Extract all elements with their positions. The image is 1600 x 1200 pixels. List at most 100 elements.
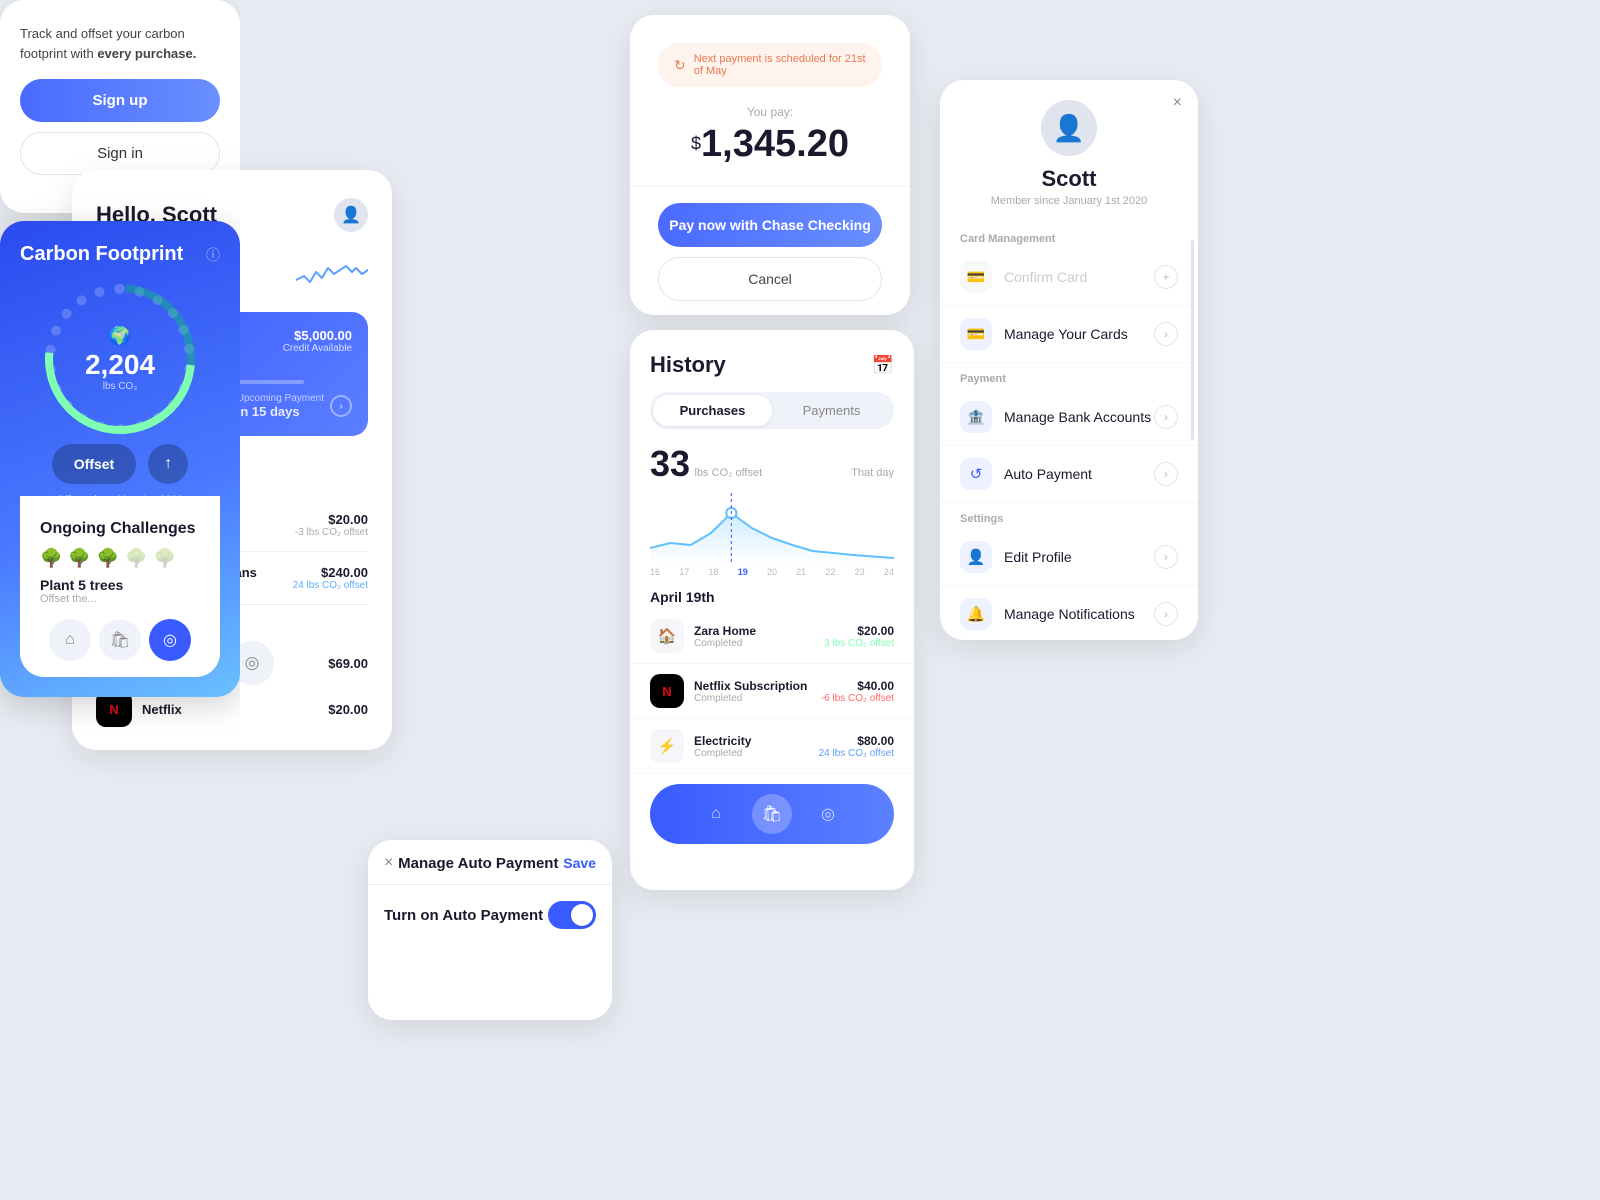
pay-now-button[interactable]: Pay now with Chase Checking [658,203,882,247]
toggle-knob [571,904,593,926]
you-pay-label: You pay: [658,105,882,119]
confirm-card-item[interactable]: 💳 Confirm Card + [940,249,1198,306]
date-label-1: April 19th [650,589,894,605]
profile-name: Scott [1042,166,1097,192]
credit-amount: $5,000.00 [283,328,352,343]
zara-status: Completed [694,638,824,649]
autopay-close-button[interactable]: × [384,854,393,872]
history-date-section-1: April 19th [630,577,914,609]
zara-offset: 3 lbs CO₂ offset [824,638,894,649]
signup-button[interactable]: Sign up [20,79,220,122]
history-tx-zara[interactable]: 🏠 Zara Home Completed $20.00 3 lbs CO₂ o… [630,609,914,664]
plant-title: Plant 5 trees [40,577,200,593]
electricity-offset: 24 lbs CO₂ offset [819,748,894,759]
history-bottom-nav: ⌂ 🛍 ◎ [650,784,894,844]
payment-divider [630,186,910,187]
netflix-icon: N [650,674,684,708]
x-label-20: 20 [767,567,777,577]
refresh-icon: ↻ [674,57,686,74]
tab-payments[interactable]: Payments [772,395,891,426]
carbon-gauge: 🌍 2,204 lbs CO₂ [20,284,220,434]
manage-cards-item[interactable]: 💳 Manage Your Cards › [940,306,1198,363]
tab-purchases[interactable]: Purchases [653,395,772,426]
stat-num: 33 [650,443,690,484]
electricity-status: Completed [694,748,819,759]
gauge-unit: lbs CO₂ [85,381,155,392]
manage-notifications-item[interactable]: 🔔 Manage Notifications › [940,586,1198,640]
avatar[interactable]: 👤 [334,198,368,232]
manage-bank-label: Manage Bank Accounts [1004,409,1154,425]
challenges-nav-home[interactable]: ⌂ [49,619,91,661]
manage-bank-arrow: › [1154,405,1178,429]
autopay-body: Turn on Auto Payment [368,885,612,945]
bank-icon: 🏦 [960,401,992,433]
edit-profile-item[interactable]: 👤 Edit Profile › [940,529,1198,586]
history-tabs: Purchases Payments [650,392,894,429]
zara-icon: 🏠 [650,619,684,653]
manage-bank-item[interactable]: 🏦 Manage Bank Accounts › [940,389,1198,446]
history-title: History [650,352,726,378]
auto-payment-arrow: › [1154,462,1178,486]
challenges-nav-bag[interactable]: 🛍 [99,619,141,661]
history-tx-electricity[interactable]: ⚡ Electricity Completed $80.00 24 lbs CO… [630,719,914,774]
credit-label: Credit Available [283,343,352,354]
manage-cards-arrow: › [1154,322,1178,346]
cancel-button[interactable]: Cancel [658,257,882,301]
notifications-label: Manage Notifications [1004,606,1154,622]
payment-banner: ↻ Next payment is scheduled for 21st of … [658,43,882,87]
upcoming-circle-icon[interactable]: › [330,395,352,417]
history-stats: 33 lbs CO₂ offset That day [630,429,914,485]
profile-avatar: 👤 [1041,100,1097,156]
calendar-icon[interactable]: 📅 [872,355,894,376]
tree-icons: 🌳 🌳 🌳 🌳 🌳 [40,548,200,569]
challenges-title: Ongoing Challenges [40,520,200,538]
tree-1: 🌳 [40,548,62,569]
card-management-label: Card Management [940,223,1198,249]
autopay-toggle-label: Turn on Auto Payment [384,907,543,924]
edit-profile-arrow: › [1154,545,1178,569]
netflix-name-dash: Netflix [142,702,328,717]
netflix-amount: $40.00 [821,679,894,693]
payment-section-label: Payment [940,363,1198,389]
payment-amount-value: 1,345.20 [701,123,849,165]
close-button[interactable]: × [1173,94,1182,112]
x-label-18: 18 [708,567,718,577]
upcoming-label: Upcoming Payment [237,393,324,404]
x-label-24: 24 [884,567,894,577]
manage-cards-icon: 💳 [960,318,992,350]
history-nav-compass[interactable]: ◎ [808,794,848,834]
autopay-save-button[interactable]: Save [563,855,596,871]
signin-button[interactable]: Sign in [20,132,220,175]
info-icon[interactable]: ⓘ [206,245,220,265]
autopay-toggle[interactable] [548,901,596,929]
tx1-amount: $20.00 [295,512,368,527]
challenges-nav: ⌂ 🛍 ◎ [40,619,200,661]
netflix-offset: -6 lbs CO₂ offset [821,693,894,704]
offset-button[interactable]: Offset [52,444,136,484]
tree-3: 🌳 [97,548,119,569]
starbucks-amount: $69.00 [328,656,368,671]
auto-payment-item[interactable]: ↺ Auto Payment › [940,446,1198,503]
electricity-amount: $80.00 [819,734,894,748]
netflix-amount-dash: $20.00 [328,702,368,717]
tx2-amount: $240.00 [293,565,368,580]
profile-card: × 👤 Scott Member since January 1st 2020 … [940,80,1198,640]
payment-amount: $1,345.20 [658,123,882,166]
auto-payment-label: Auto Payment [1004,466,1154,482]
electricity-icon: ⚡ [650,729,684,763]
history-tx-netflix[interactable]: N Netflix Subscription Completed $40.00 … [630,664,914,719]
carbon-main-section: Carbon Footprint ⓘ 🌍 2,204 lbs CO₂ Offse… [0,221,240,697]
history-chart [650,493,894,563]
plant-sub: Offset the... [40,593,200,605]
autopay-card: × Manage Auto Payment Save Turn on Auto … [368,840,612,1020]
tree-4: 🌳 [125,548,147,569]
carbon-actions: Offset ↑ [20,444,220,484]
sparkline-chart [296,258,368,296]
challenges-nav-compass[interactable]: ◎ [149,619,191,661]
carbon-card: Track and offset your carbon footprint w… [0,0,240,800]
share-button[interactable]: ↑ [148,444,188,484]
history-nav-home[interactable]: ⌂ [696,794,736,834]
scrollbar[interactable] [1191,240,1194,440]
history-nav-bag[interactable]: 🛍 [752,794,792,834]
stat-label: lbs CO₂ offset [695,467,763,479]
